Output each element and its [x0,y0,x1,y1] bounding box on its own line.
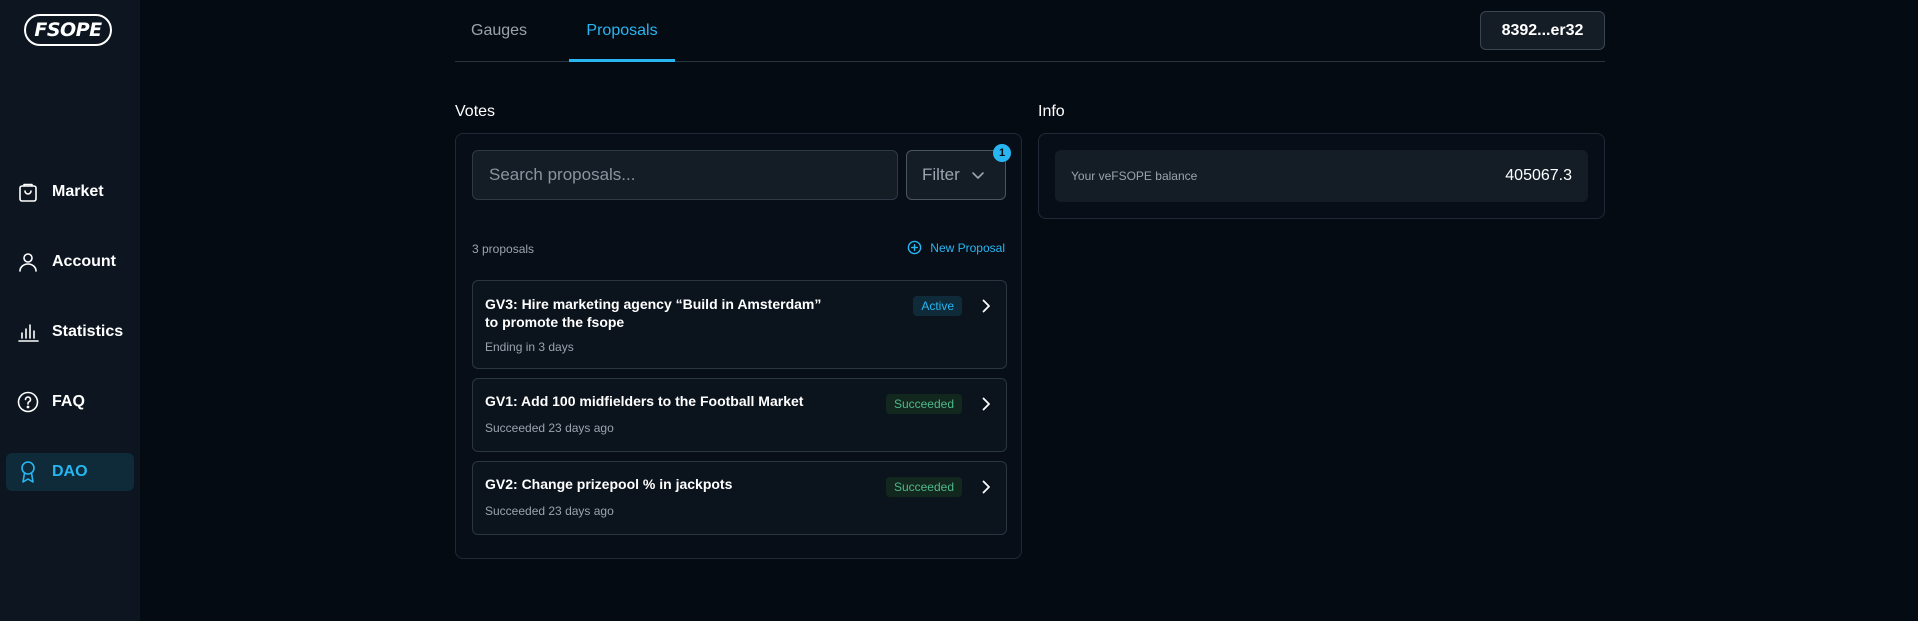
proposal-title: GV2: Change prizepool % in jackpots [485,476,733,492]
sidebar-item-label: Statistics [52,323,124,340]
filter-count-badge: 1 [993,144,1011,162]
proposal-subtitle: Succeeded 23 days ago [485,504,614,518]
status-badge: Succeeded [885,477,962,497]
top-tab-bar: Gauges Proposals 8392...er32 [455,0,1605,62]
proposal-subtitle: Ending in 3 days [485,340,574,354]
filter-label: Filter [922,165,960,184]
plus-circle-icon [908,240,922,255]
proposal-title-line: GV3: Hire marketing agency “Build in Ams… [485,296,822,312]
proposal-item[interactable]: GV1: Add 100 midfielders to the Football… [472,378,1007,452]
balance-value: 405067.3 [1505,167,1572,184]
info-heading: Info [1038,103,1065,120]
proposal-item[interactable]: GV2: Change prizepool % in jackpots Succ… [472,461,1007,535]
sidebar-item-label: DAO [52,463,88,480]
search-input[interactable]: Search proposals... [472,150,898,200]
new-proposal-button[interactable]: New Proposal [907,240,1005,255]
wallet-address-button[interactable]: 8392...er32 [1480,11,1605,50]
sidebar: FSOPE Market Account Statistics FAQ DAO [0,0,140,621]
chevron-down-icon [971,172,984,179]
chevron-right-icon[interactable] [978,396,994,412]
balance-row: Your veFSOPE balance 405067.3 [1055,150,1588,202]
votes-panel: Search proposals... Filter 1 3 proposals… [455,133,1022,559]
tab-proposals[interactable]: Proposals [569,0,675,62]
balance-label: Your veFSOPE balance [1071,169,1198,183]
bar-chart-icon [18,324,39,342]
sidebar-item-faq[interactable]: FAQ [6,383,134,421]
proposal-subtitle: Succeeded 23 days ago [485,421,614,435]
proposal-title: GV3: Hire marketing agency “Build in Ams… [485,295,821,331]
proposal-title-line: to promote the fsope [485,314,625,330]
info-panel: Your veFSOPE balance 405067.3 [1038,133,1605,219]
sidebar-item-label: FAQ [52,393,85,410]
sidebar-item-market[interactable]: Market [6,173,134,211]
award-icon [21,461,35,483]
sidebar-item-account[interactable]: Account [6,243,134,281]
fsope-logo[interactable]: FSOPE [24,14,112,46]
sidebar-item-dao[interactable]: DAO [6,453,134,491]
votes-heading: Votes [455,103,496,120]
filter-button[interactable]: Filter 1 [906,144,1011,200]
sidebar-item-statistics[interactable]: Statistics [6,313,134,351]
proposal-item[interactable]: GV3: Hire marketing agency “Build in Ams… [472,280,1007,369]
chevron-right-icon[interactable] [978,298,994,314]
question-circle-icon [17,391,39,413]
shopping-bag-icon [19,183,37,202]
proposal-title: GV1: Add 100 midfielders to the Football… [485,393,804,409]
proposal-count: 3 proposals [472,242,535,256]
new-proposal-label: New Proposal [930,240,1005,255]
user-icon [19,253,37,272]
status-badge: Active [913,296,962,316]
sidebar-item-label: Account [52,253,116,270]
sidebar-item-label: Market [52,183,104,200]
tab-gauges[interactable]: Gauges [471,0,527,61]
chevron-right-icon[interactable] [978,479,994,495]
status-badge: Succeeded [885,394,962,414]
